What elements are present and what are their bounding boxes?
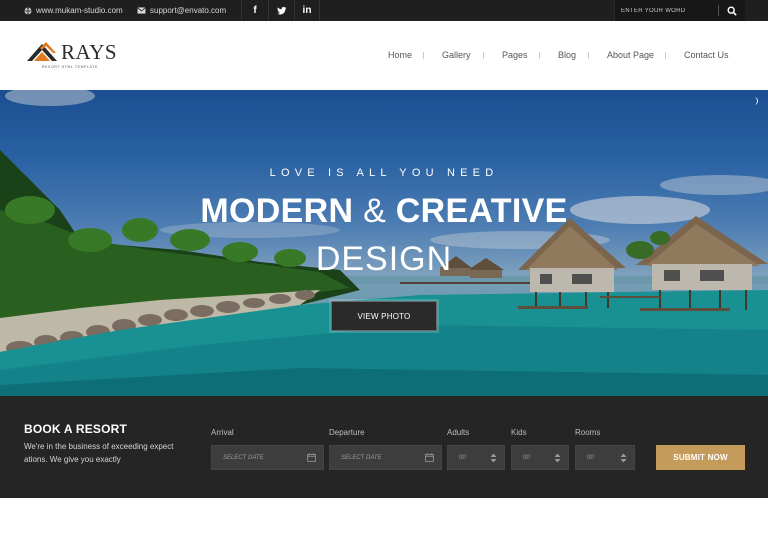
hero-subtitle: DESIGN bbox=[315, 240, 453, 278]
nav-home[interactable]: Home bbox=[388, 50, 412, 60]
adults-value: 00 bbox=[459, 454, 466, 461]
nav-contact-us[interactable]: Contact Us bbox=[684, 50, 729, 60]
kids-label: Kids bbox=[511, 428, 527, 437]
search-icon bbox=[727, 6, 737, 16]
top-search bbox=[614, 0, 745, 21]
nav-divider bbox=[423, 52, 424, 59]
nav-blog[interactable]: Blog bbox=[558, 50, 576, 60]
nav-about-page[interactable]: About Page bbox=[607, 50, 654, 60]
hero-title-part1: MODERN bbox=[200, 192, 354, 230]
nav-gallery[interactable]: Gallery bbox=[442, 50, 471, 60]
logo-mark-icon bbox=[27, 42, 57, 61]
linkedin-link[interactable]: in bbox=[294, 0, 320, 21]
rooms-label: Rooms bbox=[575, 428, 601, 437]
nav-divider bbox=[665, 52, 666, 59]
arrival-label: Arrival bbox=[211, 428, 234, 437]
stepper-arrows-icon[interactable] bbox=[554, 453, 561, 463]
search-button[interactable] bbox=[725, 4, 739, 18]
envelope-icon bbox=[137, 7, 146, 14]
search-input[interactable] bbox=[621, 3, 717, 18]
kids-value: 00 bbox=[523, 454, 530, 461]
nav-divider bbox=[483, 52, 484, 59]
logo[interactable]: RAYS RESORT HTML TEMPLATE bbox=[26, 39, 117, 73]
stepper-arrows-icon[interactable] bbox=[490, 453, 497, 463]
booking-bar: BOOK A RESORT We're in the business of e… bbox=[0, 396, 768, 498]
logo-tagline: RESORT HTML TEMPLATE bbox=[42, 65, 98, 69]
booking-description: We're in the business of exceeding expec… bbox=[24, 442, 174, 464]
site-header: RAYS RESORT HTML TEMPLATE Home Gallery P… bbox=[0, 21, 768, 90]
hero-title-ampersand: & bbox=[363, 192, 387, 230]
nav-pages[interactable]: Pages bbox=[502, 50, 528, 60]
hero-kicker: LOVE IS ALL YOU NEED bbox=[269, 167, 499, 179]
email-text: support@envato.com bbox=[150, 6, 227, 15]
facebook-link[interactable]: f bbox=[241, 0, 268, 21]
rooms-stepper[interactable]: 00 bbox=[575, 445, 635, 470]
globe-icon bbox=[24, 6, 32, 15]
top-bar: www.mukam-studio.com support@envato.com … bbox=[0, 0, 768, 21]
kids-stepper[interactable]: 00 bbox=[511, 445, 569, 470]
hero-title: MODERN & CREATIVE bbox=[0, 192, 768, 231]
search-divider bbox=[718, 5, 719, 16]
twitter-icon bbox=[276, 6, 286, 14]
nav-divider bbox=[588, 52, 589, 59]
slider-next-icon[interactable] bbox=[751, 96, 761, 106]
hero-title-part2: CREATIVE bbox=[395, 192, 568, 230]
rooms-value: 00 bbox=[587, 454, 594, 461]
linkedin-icon: in bbox=[302, 5, 312, 16]
arrival-placeholder: SELECT DATE bbox=[223, 454, 264, 461]
email-contact[interactable]: support@envato.com bbox=[137, 0, 226, 21]
hero-slider: LOVE IS ALL YOU NEED MODERN & CREATIVE D… bbox=[0, 90, 768, 396]
adults-label: Adults bbox=[447, 428, 470, 437]
calendar-icon bbox=[425, 453, 434, 462]
arrival-date-field[interactable]: SELECT DATE bbox=[211, 445, 324, 470]
departure-label: Departure bbox=[329, 428, 365, 437]
departure-date-field[interactable]: SELECT DATE bbox=[329, 445, 442, 470]
website-contact[interactable]: www.mukam-studio.com bbox=[24, 0, 123, 21]
facebook-icon: f bbox=[253, 5, 257, 16]
calendar-icon bbox=[307, 453, 316, 462]
logo-wordmark: RAYS bbox=[61, 40, 118, 64]
website-text: www.mukam-studio.com bbox=[36, 6, 123, 15]
submit-now-button[interactable]: SUBMIT NOW bbox=[656, 445, 745, 470]
departure-placeholder: SELECT DATE bbox=[341, 454, 382, 461]
twitter-link[interactable] bbox=[268, 0, 294, 21]
adults-stepper[interactable]: 00 bbox=[447, 445, 505, 470]
booking-title: BOOK A RESORT bbox=[24, 422, 128, 436]
nav-divider bbox=[539, 52, 540, 59]
view-photo-button[interactable]: VIEW PHOTO bbox=[329, 299, 439, 333]
stepper-arrows-icon[interactable] bbox=[620, 453, 627, 463]
